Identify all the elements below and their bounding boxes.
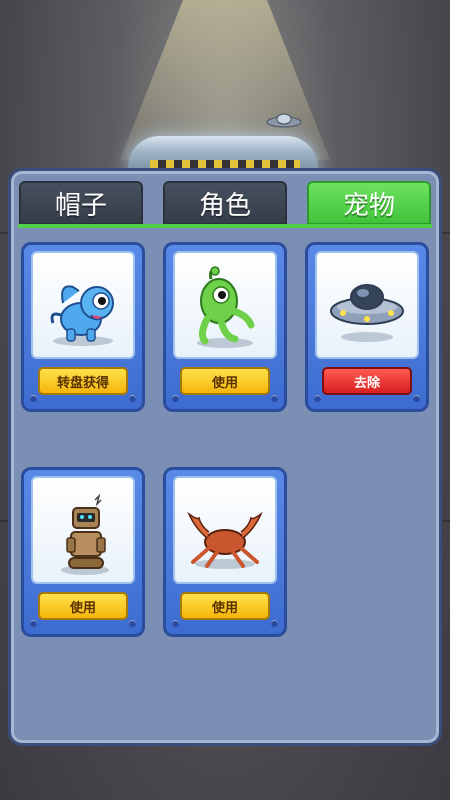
bolt [172,395,179,402]
blue-dog-pet-icon [50,285,114,346]
bolt [129,395,136,402]
pet-image-frame [31,476,135,584]
bolt [129,620,136,627]
tab-hats[interactable]: 帽子 [19,181,143,225]
hazard-stripe [150,160,300,168]
pedestal-ufo-icon [266,113,302,128]
pet-card-blue-dog[interactable]: 转盘获得 [21,242,145,412]
bolt [172,620,179,627]
robot-pet-icon [61,493,109,575]
tabs-underline [18,224,432,228]
bolt [413,395,420,402]
pet-action-button[interactable]: 使用 [38,592,128,620]
pet-action-button[interactable]: 使用 [180,367,270,395]
bolt [30,395,37,402]
pet-card-green-alien[interactable]: 使用 [163,242,287,412]
pet-card-ufo[interactable]: 去除 [305,242,429,412]
pet-image-frame [31,251,135,359]
bolt [314,395,321,402]
green-alien-pet-icon [197,266,255,348]
crab-pet-icon [187,511,263,569]
bolt [271,620,278,627]
pet-card-crab[interactable]: 使用 [163,467,287,637]
tab-pets[interactable]: 宠物 [307,181,431,225]
pet-image-frame [173,476,277,584]
bolt [30,620,37,627]
pet-image-frame [173,251,277,359]
bolt [271,395,278,402]
pet-image-frame [315,251,419,359]
pet-action-button[interactable]: 使用 [180,592,270,620]
tab-characters[interactable]: 角色 [163,181,287,225]
pet-card-robot[interactable]: 使用 [21,467,145,637]
ufo-pet-icon [330,284,404,342]
pet-action-button[interactable]: 去除 [322,367,412,395]
pet-action-button[interactable]: 转盘获得 [38,367,128,395]
